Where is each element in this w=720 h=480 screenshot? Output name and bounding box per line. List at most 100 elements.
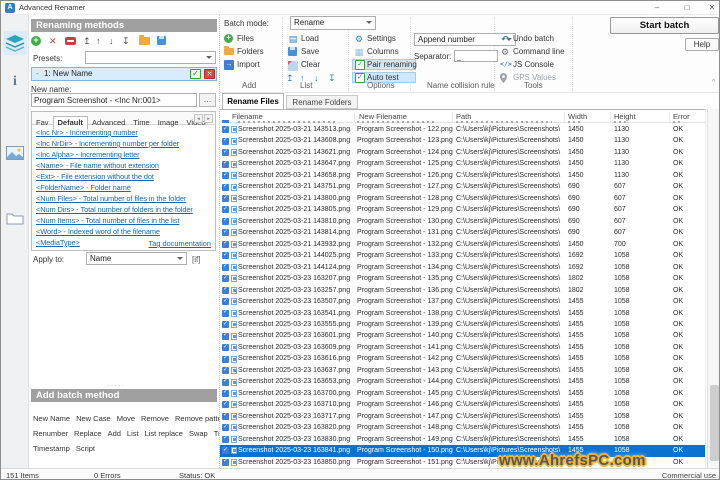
move-bottom-icon[interactable]: ↧	[122, 36, 130, 46]
collapse-method-icon[interactable]: -	[36, 68, 39, 80]
open-preset-folder-icon[interactable]	[139, 35, 150, 45]
batch-method-new-case[interactable]: New Case	[76, 414, 111, 423]
batch-method-renumber[interactable]: Renumber	[33, 429, 68, 438]
table-row[interactable]: Screenshot 2025-03-23 163830.png Program …	[220, 433, 706, 446]
start-batch-button[interactable]: Start batch	[610, 17, 719, 34]
if-condition-link[interactable]: [if]	[192, 255, 200, 264]
row-checkbox-icon[interactable]	[222, 227, 229, 238]
tag-link[interactable]: <Num Files> - Total number of files in t…	[36, 193, 213, 204]
vertical-scrollbar[interactable]	[707, 109, 719, 468]
save-preset-icon[interactable]	[157, 36, 166, 45]
row-checkbox-icon[interactable]	[222, 250, 229, 261]
table-row[interactable]: Screenshot 2025-03-21 144124.png Program …	[220, 261, 706, 274]
row-checkbox-icon[interactable]	[222, 365, 229, 376]
table-row[interactable]: Screenshot 2025-03-23 163207.png Program …	[220, 273, 706, 285]
image-icon[interactable]	[3, 141, 27, 165]
table-row[interactable]: Screenshot 2025-03-23 163609.png Program …	[220, 342, 706, 354]
scrollbar-thumb[interactable]	[710, 385, 719, 461]
move-top-icon[interactable]: ↥	[286, 73, 294, 83]
table-row[interactable]: Screenshot 2025-03-21 144025.png Program …	[220, 250, 706, 262]
table-row[interactable]: Screenshot 2025-03-21 143810.png Program …	[220, 215, 706, 228]
row-checkbox-icon[interactable]	[222, 193, 229, 204]
tag-link[interactable]: <Inc NrDir> - Incrementing number per fo…	[36, 138, 213, 149]
table-row[interactable]: Screenshot 2025-03-23 163541.png Program …	[220, 307, 706, 319]
info-icon[interactable]: i	[3, 71, 27, 95]
batch-method-new-name[interactable]: New Name	[33, 414, 70, 423]
row-checkbox-icon[interactable]	[222, 399, 229, 410]
table-row[interactable]: Screenshot 2025-03-23 163616.png Program …	[220, 353, 706, 365]
batch-method-script[interactable]: Script	[76, 444, 95, 453]
row-checkbox-icon[interactable]	[222, 273, 229, 284]
collapse-toolbar-icon[interactable]: ^	[712, 79, 715, 86]
pair-renaming-toggle[interactable]: ✓ Pair renaming	[352, 59, 417, 70]
tag-link[interactable]: <FolderName> - Folder name	[36, 182, 213, 193]
methods-panel-icon[interactable]	[3, 31, 27, 55]
remove-all-methods-icon[interactable]	[65, 37, 76, 45]
move-bottom-icon[interactable]: ↧	[328, 73, 336, 83]
batch-method-add[interactable]: Add	[108, 429, 121, 438]
batch-method-replace[interactable]: Replace	[74, 429, 102, 438]
table-row[interactable]: Screenshot 2025-03-23 163710.png Program …	[220, 399, 706, 411]
folder-icon[interactable]	[3, 207, 27, 231]
tag-documentation-link[interactable]: Tag documentation	[149, 239, 211, 248]
table-row[interactable]: Screenshot 2025-03-21 143800.png Program …	[220, 193, 706, 205]
commercial-use-link[interactable]: Commercial use	[662, 471, 716, 479]
row-checkbox-icon[interactable]	[222, 353, 229, 365]
row-checkbox-icon[interactable]	[222, 238, 229, 250]
table-row[interactable]: Screenshot 2025-03-21 143621.png Program …	[220, 147, 706, 159]
close-icon[interactable]: ✕	[701, 1, 719, 14]
tab-rename-folders[interactable]: Rename Folders	[286, 95, 358, 109]
tag-tabs-scroll-right-icon[interactable]: ▸	[204, 114, 213, 123]
batch-method-move[interactable]: Move	[117, 414, 135, 423]
row-checkbox-icon[interactable]	[222, 284, 229, 296]
row-checkbox-icon[interactable]	[222, 410, 229, 422]
row-checkbox-icon[interactable]	[222, 204, 229, 215]
table-row[interactable]: Screenshot 2025-03-23 163637.png Program …	[220, 365, 706, 377]
tag-link[interactable]: <Num Dirs> - Total number of folders in …	[36, 204, 213, 215]
tag-link[interactable]: <Name> - File name without extension	[36, 160, 213, 171]
table-row[interactable]: Screenshot 2025-03-23 163820.png Program …	[220, 422, 706, 434]
batch-method-swap[interactable]: Swap	[189, 429, 208, 438]
tag-link[interactable]: <Inc Nr> - Incrementing number	[36, 127, 213, 138]
tag-link[interactable]: <Ext> - File extension without the dot	[36, 171, 213, 182]
table-row[interactable]: Screenshot 2025-03-23 163717.png Program …	[220, 410, 706, 423]
row-checkbox-icon[interactable]	[222, 296, 229, 307]
table-row[interactable]: Screenshot 2025-03-23 163507.png Program …	[220, 296, 706, 308]
row-checkbox-icon[interactable]	[222, 387, 229, 399]
method-item[interactable]: - 1: New Name ✓ ✕	[31, 67, 217, 81]
row-checkbox-icon[interactable]	[222, 376, 229, 387]
move-top-icon[interactable]: ↥	[83, 36, 91, 46]
table-row[interactable]: Screenshot 2025-03-23 163601.png Program …	[220, 330, 706, 342]
presets-dropdown[interactable]	[85, 51, 216, 64]
table-row[interactable]: Screenshot 2025-03-21 143647.png Program …	[220, 158, 706, 170]
tag-link[interactable]: <Word> - Indexed word of the filename	[36, 226, 213, 237]
table-row[interactable]: Screenshot 2025-03-21 143932.png Program …	[220, 238, 706, 251]
separator-input[interactable]	[454, 50, 498, 62]
row-checkbox-icon[interactable]	[222, 261, 229, 273]
batch-method-list-replace[interactable]: List replace	[145, 429, 183, 438]
tab-rename-files[interactable]: Rename Files	[222, 93, 284, 109]
method-delete-button[interactable]: ✕	[204, 69, 215, 79]
table-row[interactable]: Screenshot 2025-03-21 143513.png Program …	[220, 124, 706, 136]
batch-method-remove[interactable]: Remove	[141, 414, 169, 423]
apply-to-dropdown[interactable]: Name	[86, 252, 187, 265]
row-checkbox-icon[interactable]	[222, 147, 229, 158]
row-checkbox-icon[interactable]	[222, 158, 229, 170]
tag-tabs-scroll-left-icon[interactable]: ◂	[194, 114, 203, 123]
row-checkbox-icon[interactable]	[222, 135, 229, 147]
table-row[interactable]: Screenshot 2025-03-23 163700.png Program …	[220, 387, 706, 400]
row-checkbox-icon[interactable]	[222, 181, 229, 193]
row-checkbox-icon[interactable]	[222, 422, 229, 433]
row-checkbox-icon[interactable]	[222, 342, 229, 353]
tag-link[interactable]: <Inc Alpha> - Incrementing letter	[36, 149, 213, 160]
table-row[interactable]: Screenshot 2025-03-21 143814.png Program …	[220, 227, 706, 239]
new-name-input[interactable]	[31, 93, 197, 107]
delete-method-icon[interactable]: ✕	[49, 36, 57, 46]
move-up-icon[interactable]: ↑	[96, 36, 101, 46]
row-checkbox-icon[interactable]	[222, 170, 229, 181]
row-checkbox-icon[interactable]	[222, 456, 229, 468]
table-row[interactable]: Screenshot 2025-03-21 143751.png Program …	[220, 181, 706, 193]
batch-method-list[interactable]: List	[127, 429, 139, 438]
row-checkbox-icon[interactable]	[222, 124, 229, 135]
row-checkbox-icon[interactable]	[222, 330, 229, 342]
